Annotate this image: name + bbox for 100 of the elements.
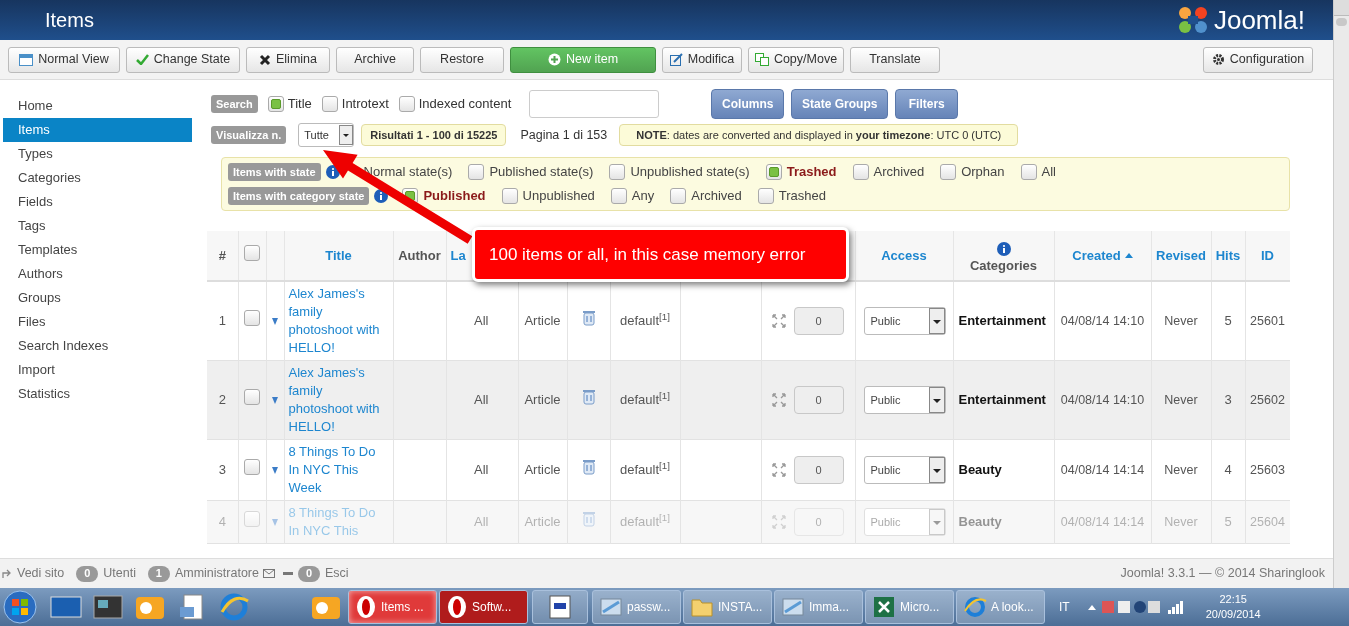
taskbar-button[interactable]: Softw... — [439, 590, 528, 624]
option-label: Unpublished — [522, 187, 595, 206]
checkbox[interactable] — [670, 188, 687, 204]
column-header[interactable]: Hits — [1215, 245, 1241, 266]
checkbox[interactable] — [244, 244, 260, 261]
checkbox[interactable] — [609, 164, 626, 180]
table-cell: Article — [524, 462, 561, 478]
checkbox[interactable] — [398, 96, 415, 112]
checkbox[interactable] — [244, 459, 260, 476]
scrollbar[interactable] — [1333, 0, 1349, 588]
column-header[interactable]: La — [450, 245, 466, 266]
toolbar-button[interactable]: Archive — [336, 46, 414, 73]
ordering-field[interactable]: 0 — [793, 307, 844, 335]
toolbar-button[interactable]: Normal View — [8, 46, 120, 73]
checkbox[interactable] — [267, 96, 284, 112]
checkbox[interactable] — [468, 164, 485, 180]
sidebar-item[interactable]: Import — [3, 358, 192, 382]
checkbox[interactable] — [765, 164, 782, 180]
search-field[interactable] — [529, 90, 660, 118]
count-badge: 1 — [147, 565, 170, 582]
sidebar-item[interactable]: Items — [3, 118, 192, 142]
checkbox[interactable] — [852, 164, 869, 180]
sidebar-item[interactable]: Categories — [3, 166, 192, 190]
trash-icon — [582, 389, 595, 406]
option-label: Archived — [691, 187, 742, 206]
item-title-link[interactable]: Alex James's family photoshoot with HELLO! — [288, 364, 389, 436]
column-header[interactable]: Title — [325, 245, 352, 266]
sidebar-item[interactable]: Templates — [3, 238, 192, 262]
checkbox[interactable] — [610, 188, 627, 204]
checkbox[interactable] — [757, 188, 774, 204]
taskbar-button[interactable]: Items ... — [348, 590, 437, 624]
footer-link[interactable]: 1 Amministratore — [147, 564, 259, 583]
sidebar-item[interactable]: Statistics — [3, 382, 192, 406]
sidebar-item[interactable]: Fields — [3, 190, 192, 214]
sidebar-item[interactable]: Types — [3, 142, 192, 166]
sidebar-item[interactable]: Groups — [3, 286, 192, 310]
option-label: Title — [287, 95, 312, 114]
column-header[interactable]: Access — [881, 245, 927, 266]
item-title-link[interactable]: Alex James's family photoshoot with HELLO! — [288, 285, 389, 357]
table-cell: 25603 — [1250, 462, 1285, 477]
table-cell: 04/08/14 14:10 — [1060, 392, 1145, 407]
table-cell: Entertainment — [958, 392, 1046, 408]
checkbox[interactable] — [244, 389, 260, 406]
language-indicator[interactable]: IT — [1059, 598, 1070, 616]
table-cell: 04/08/14 14:14 — [1060, 462, 1145, 477]
sidebar-item[interactable]: Home — [3, 94, 192, 118]
table-cell: Never — [1164, 392, 1198, 407]
item-title-link[interactable]: 8 Things To Do In NYC This Week — [288, 443, 389, 497]
checkbox[interactable] — [244, 310, 260, 327]
sidebar-item[interactable]: Authors — [3, 262, 192, 286]
close-icon — [259, 53, 271, 66]
toolbar-button[interactable]: Translate — [850, 46, 940, 73]
table-cell: 5 — [1224, 514, 1232, 530]
row-number: 4 — [218, 514, 226, 530]
version-text: Joomla! 3.3.1 — © 2014 Sharinglook — [1120, 565, 1325, 583]
logo-text: Joomla! — [1213, 7, 1305, 33]
table-cell: Article — [524, 392, 561, 408]
toolbar-button[interactable]: Copy/Move — [748, 46, 844, 73]
access-select[interactable]: Public — [863, 386, 946, 414]
row-number: 3 — [218, 462, 226, 478]
row-number: 2 — [218, 392, 226, 408]
sidebar-item[interactable]: Files — [3, 310, 192, 334]
access-select[interactable]: Public — [863, 456, 946, 484]
checkbox[interactable] — [501, 188, 518, 204]
table-cell: Never — [1164, 462, 1198, 477]
toolbar-button[interactable]: Configuration — [1203, 46, 1313, 73]
opera-icon — [355, 595, 377, 619]
option-label: Published — [423, 187, 486, 206]
footer-link[interactable]: Vedi sito — [2, 564, 65, 583]
taskbar-button[interactable] — [532, 590, 588, 624]
sidebar-item[interactable]: Tags — [3, 214, 192, 238]
info-icon — [996, 241, 1011, 256]
column-header[interactable]: Revised — [1156, 245, 1206, 266]
toolbar-button[interactable]: Restore — [420, 46, 504, 73]
toolbar-button[interactable]: Elimina — [246, 46, 330, 73]
checkbox[interactable] — [321, 96, 338, 112]
column-header[interactable]: Created — [1072, 245, 1133, 266]
option-label: Introtext — [341, 95, 389, 114]
checkbox[interactable] — [940, 164, 957, 180]
footer-link[interactable]: 0 Utenti — [76, 564, 136, 583]
toolbar-button[interactable]: Modifica — [662, 46, 742, 73]
column-header[interactable]: ID — [1261, 245, 1274, 266]
pin-icon — [272, 318, 278, 326]
sidebar-item[interactable]: Search Indexes — [3, 334, 192, 358]
footer-link[interactable]: 0 Esci — [282, 564, 349, 583]
ordering-field[interactable]: 0 — [793, 386, 844, 414]
checkbox[interactable] — [1020, 164, 1037, 180]
table-cell: 25604 — [1250, 514, 1285, 529]
table-cell: Never — [1164, 313, 1198, 328]
toolbar-button[interactable]: Change State — [126, 46, 240, 73]
column-header: # — [218, 247, 226, 263]
table-cell: All — [474, 462, 489, 478]
table-cell: Beauty — [958, 462, 1002, 478]
spreadsheet-icon — [872, 595, 896, 619]
opera-icon — [446, 595, 468, 619]
access-select[interactable]: Public — [863, 307, 946, 335]
ordering-field[interactable]: 0 — [793, 456, 844, 484]
table-cell: Beauty — [958, 514, 1002, 530]
filter-label: Items with state — [228, 163, 321, 181]
per-page-select[interactable]: Tutte — [298, 123, 355, 147]
